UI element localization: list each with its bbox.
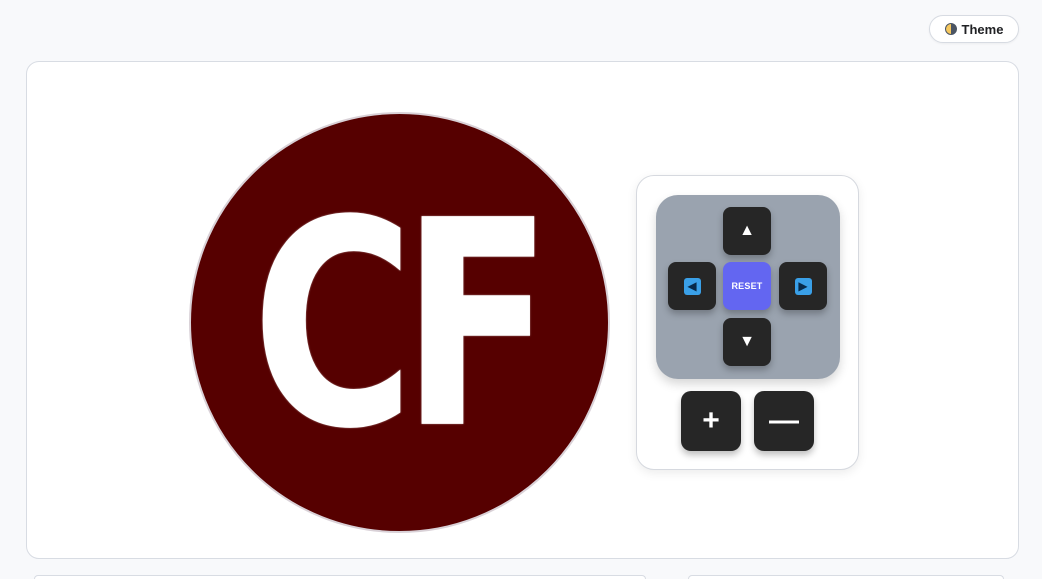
reset-label: RESET [731, 281, 763, 291]
left-arrow-icon: ◀ [683, 277, 701, 295]
down-arrow-icon: ▼ [739, 333, 755, 350]
direction-pad: ▲ ◀ RESET ▶ ▼ [656, 195, 840, 379]
pan-down-button[interactable]: ▼ [723, 318, 771, 366]
minus-icon: — [769, 404, 799, 437]
right-arrow-icon: ▶ [794, 277, 812, 295]
pan-left-button[interactable]: ◀ [668, 262, 716, 310]
plus-icon: + [702, 404, 720, 437]
pan-up-button[interactable]: ▲ [723, 207, 771, 255]
up-arrow-icon: ▲ [739, 222, 755, 239]
image-preview-card: CF ▲ ◀ RESET ▶ ▼ + — [26, 61, 1019, 559]
pan-right-button[interactable]: ▶ [779, 262, 827, 310]
lower-card-edge-right [688, 575, 1004, 579]
lower-card-edge-left [34, 575, 646, 579]
cf-logo-image: CF [189, 112, 610, 533]
logo-text: CF [251, 159, 553, 491]
image-viewer-page: Theme CF ▲ ◀ RESET ▶ ▼ + — [0, 0, 1042, 579]
theme-toggle-button[interactable]: Theme [929, 15, 1019, 43]
top-bar: Theme [0, 0, 1042, 56]
zoom-in-button[interactable]: + [681, 391, 741, 451]
zoom-out-button[interactable]: — [754, 391, 814, 451]
theme-icon [944, 23, 957, 35]
reset-view-button[interactable]: RESET [723, 262, 771, 310]
theme-button-label: Theme [961, 21, 1004, 37]
pan-zoom-controls: ▲ ◀ RESET ▶ ▼ + — [636, 175, 859, 470]
